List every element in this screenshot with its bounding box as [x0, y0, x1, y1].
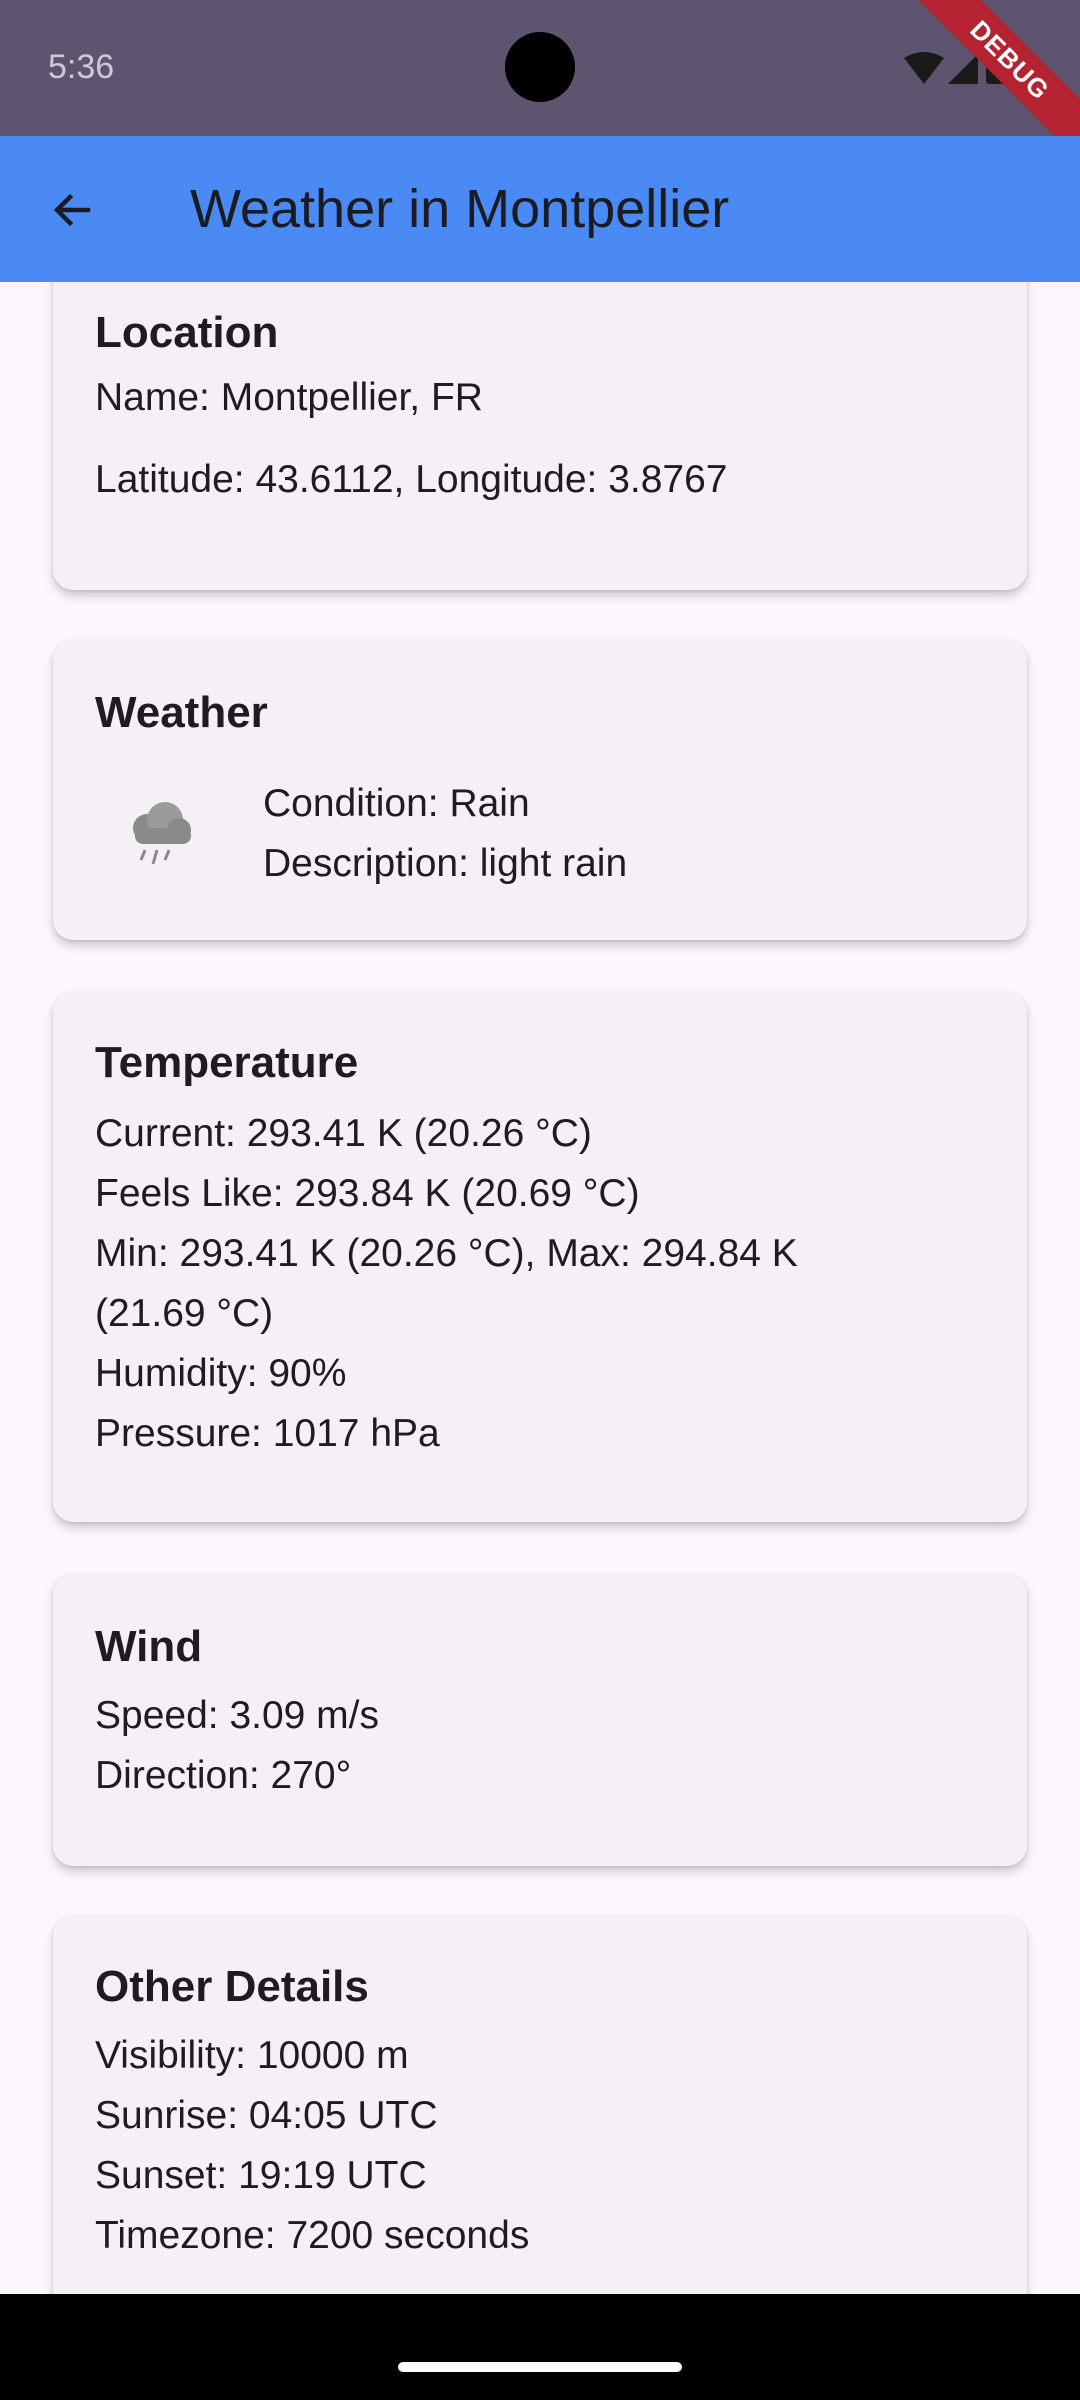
wind-lines: Speed: 3.09 m/s Direction: 270° — [95, 1686, 379, 1806]
weather-card: Weather Condition: Rain Description: lig… — [53, 640, 1027, 940]
card-title: Temperature — [95, 1038, 359, 1087]
weather-description: Description: light rain — [263, 842, 628, 885]
rain-cloud-icon — [133, 802, 191, 865]
wind-card: Wind Speed: 3.09 m/s Direction: 270° — [53, 1574, 1027, 1866]
other-lines: Visibility: 10000 m Sunrise: 04:05 UTC S… — [95, 2026, 529, 2266]
card-title: Weather — [95, 688, 268, 737]
card-title: Other Details — [95, 1962, 369, 2011]
app-bar: Weather in Montpellier — [0, 136, 1080, 282]
wind-speed: Speed: 3.09 m/s — [95, 1694, 380, 1737]
navigation-bar — [0, 2294, 1080, 2400]
card-title: Wind — [95, 1622, 203, 1671]
temperature-feels-like: Feels Like: 293.84 K (20.69 °C) — [95, 1172, 640, 1215]
wifi-icon — [904, 52, 944, 84]
sunrise: Sunrise: 04:05 UTC — [95, 2094, 438, 2137]
temperature-min-max-cont: (21.69 °C) — [95, 1292, 274, 1335]
camera-cutout — [505, 32, 575, 102]
home-indicator[interactable] — [398, 2362, 682, 2372]
card-title: Location — [95, 308, 279, 357]
arrow-back-icon — [53, 193, 91, 227]
sunset: Sunset: 19:19 UTC — [95, 2154, 427, 2197]
signal-icon — [948, 54, 978, 84]
details-scroll[interactable]: Location Name: Montpellier, FR Latitude:… — [0, 282, 1080, 2294]
other-details-card: Other Details Visibility: 10000 m Sunris… — [53, 1916, 1027, 2294]
wind-direction: Direction: 270° — [95, 1754, 352, 1797]
weather-condition: Condition: Rain — [263, 782, 530, 825]
back-button[interactable] — [38, 176, 106, 244]
visibility: Visibility: 10000 m — [95, 2034, 409, 2077]
timezone: Timezone: 7200 seconds — [95, 2214, 530, 2257]
temperature-min-max: Min: 293.41 K (20.26 °C), Max: 294.84 K — [95, 1232, 798, 1275]
temperature-current: Current: 293.41 K (20.26 °C) — [95, 1112, 592, 1155]
location-card: Location Name: Montpellier, FR Latitude:… — [53, 282, 1027, 590]
location-name: Name: Montpellier, FR — [95, 376, 483, 419]
temperature-lines: Current: 293.41 K (20.26 °C) Feels Like:… — [95, 1104, 798, 1464]
page-title: Weather in Montpellier — [190, 179, 730, 239]
status-bar: 5:36 — [0, 0, 1080, 136]
pressure: Pressure: 1017 hPa — [95, 1412, 440, 1455]
status-time: 5:36 — [48, 48, 115, 86]
humidity: Humidity: 90% — [95, 1352, 347, 1395]
temperature-card: Temperature Current: 293.41 K (20.26 °C)… — [53, 992, 1027, 1522]
location-coords: Latitude: 43.6112, Longitude: 3.8767 — [95, 458, 728, 501]
